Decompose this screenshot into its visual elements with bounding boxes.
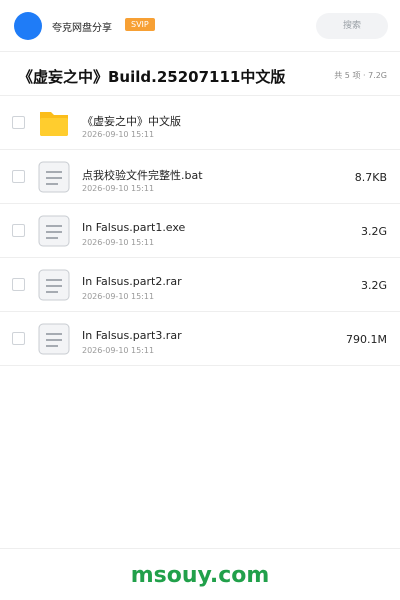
- file-date: 2026-09-10 15:11: [82, 292, 155, 301]
- file-icon: [38, 269, 70, 301]
- file-date: 2026-09-10 15:11: [82, 238, 155, 247]
- svip-badge: SVIP: [125, 18, 155, 31]
- file-name: In Falsus.part3.rar: [82, 329, 182, 342]
- file-row[interactable]: In Falsus.part2.rar 2026-09-10 15:11 3.2…: [0, 258, 400, 312]
- file-row[interactable]: 点我校验文件完整性.bat 2026-09-10 15:11 8.7KB: [0, 150, 400, 204]
- file-name: In Falsus.part1.exe: [82, 221, 186, 234]
- file-row[interactable]: In Falsus.part3.rar 2026-09-10 15:11 790…: [0, 312, 400, 366]
- site-watermark: msouy.com: [130, 563, 270, 588]
- folder-icon: [40, 112, 68, 136]
- file-size: 3.2G: [360, 279, 387, 292]
- file-row[interactable]: 《虚妄之中》中文版 2026-09-10 15:11: [0, 96, 400, 150]
- share-title-bar: 《虚妄之中》Build.25207111中文版 共 5 项 · 7.2G: [0, 52, 400, 96]
- file-date: 2026-09-10 15:11: [82, 184, 155, 193]
- page-title: 《虚妄之中》Build.25207111中文版: [18, 68, 286, 86]
- file-checkbox[interactable]: [12, 224, 25, 237]
- avatar[interactable]: [14, 12, 42, 40]
- file-checkbox[interactable]: [12, 278, 25, 291]
- file-count-summary: 共 5 项 · 7.2G: [334, 71, 387, 80]
- file-icon: [38, 161, 70, 193]
- top-bar: 夸克网盘分享 SVIP 搜索: [0, 0, 400, 52]
- file-date: 2026-09-10 15:11: [82, 130, 155, 139]
- file-name: 点我校验文件完整性.bat: [82, 169, 203, 182]
- file-size: 790.1M: [346, 333, 387, 346]
- file-icon: [38, 215, 70, 247]
- file-list: 《虚妄之中》中文版 2026-09-10 15:11 点我校验文件完整性.bat…: [0, 96, 400, 366]
- file-checkbox[interactable]: [12, 332, 25, 345]
- owner-name: 夸克网盘分享: [52, 23, 112, 34]
- search-button[interactable]: 搜索: [316, 13, 388, 39]
- file-icon: [38, 323, 70, 355]
- file-name: 《虚妄之中》中文版: [82, 115, 181, 128]
- file-name: In Falsus.part2.rar: [82, 275, 182, 288]
- file-size: 8.7KB: [354, 171, 387, 184]
- file-checkbox[interactable]: [12, 116, 25, 129]
- file-size: 3.2G: [360, 225, 387, 238]
- file-checkbox[interactable]: [12, 170, 25, 183]
- file-row[interactable]: In Falsus.part1.exe 2026-09-10 15:11 3.2…: [0, 204, 400, 258]
- file-date: 2026-09-10 15:11: [82, 346, 155, 355]
- footer: msouy.com: [0, 548, 400, 600]
